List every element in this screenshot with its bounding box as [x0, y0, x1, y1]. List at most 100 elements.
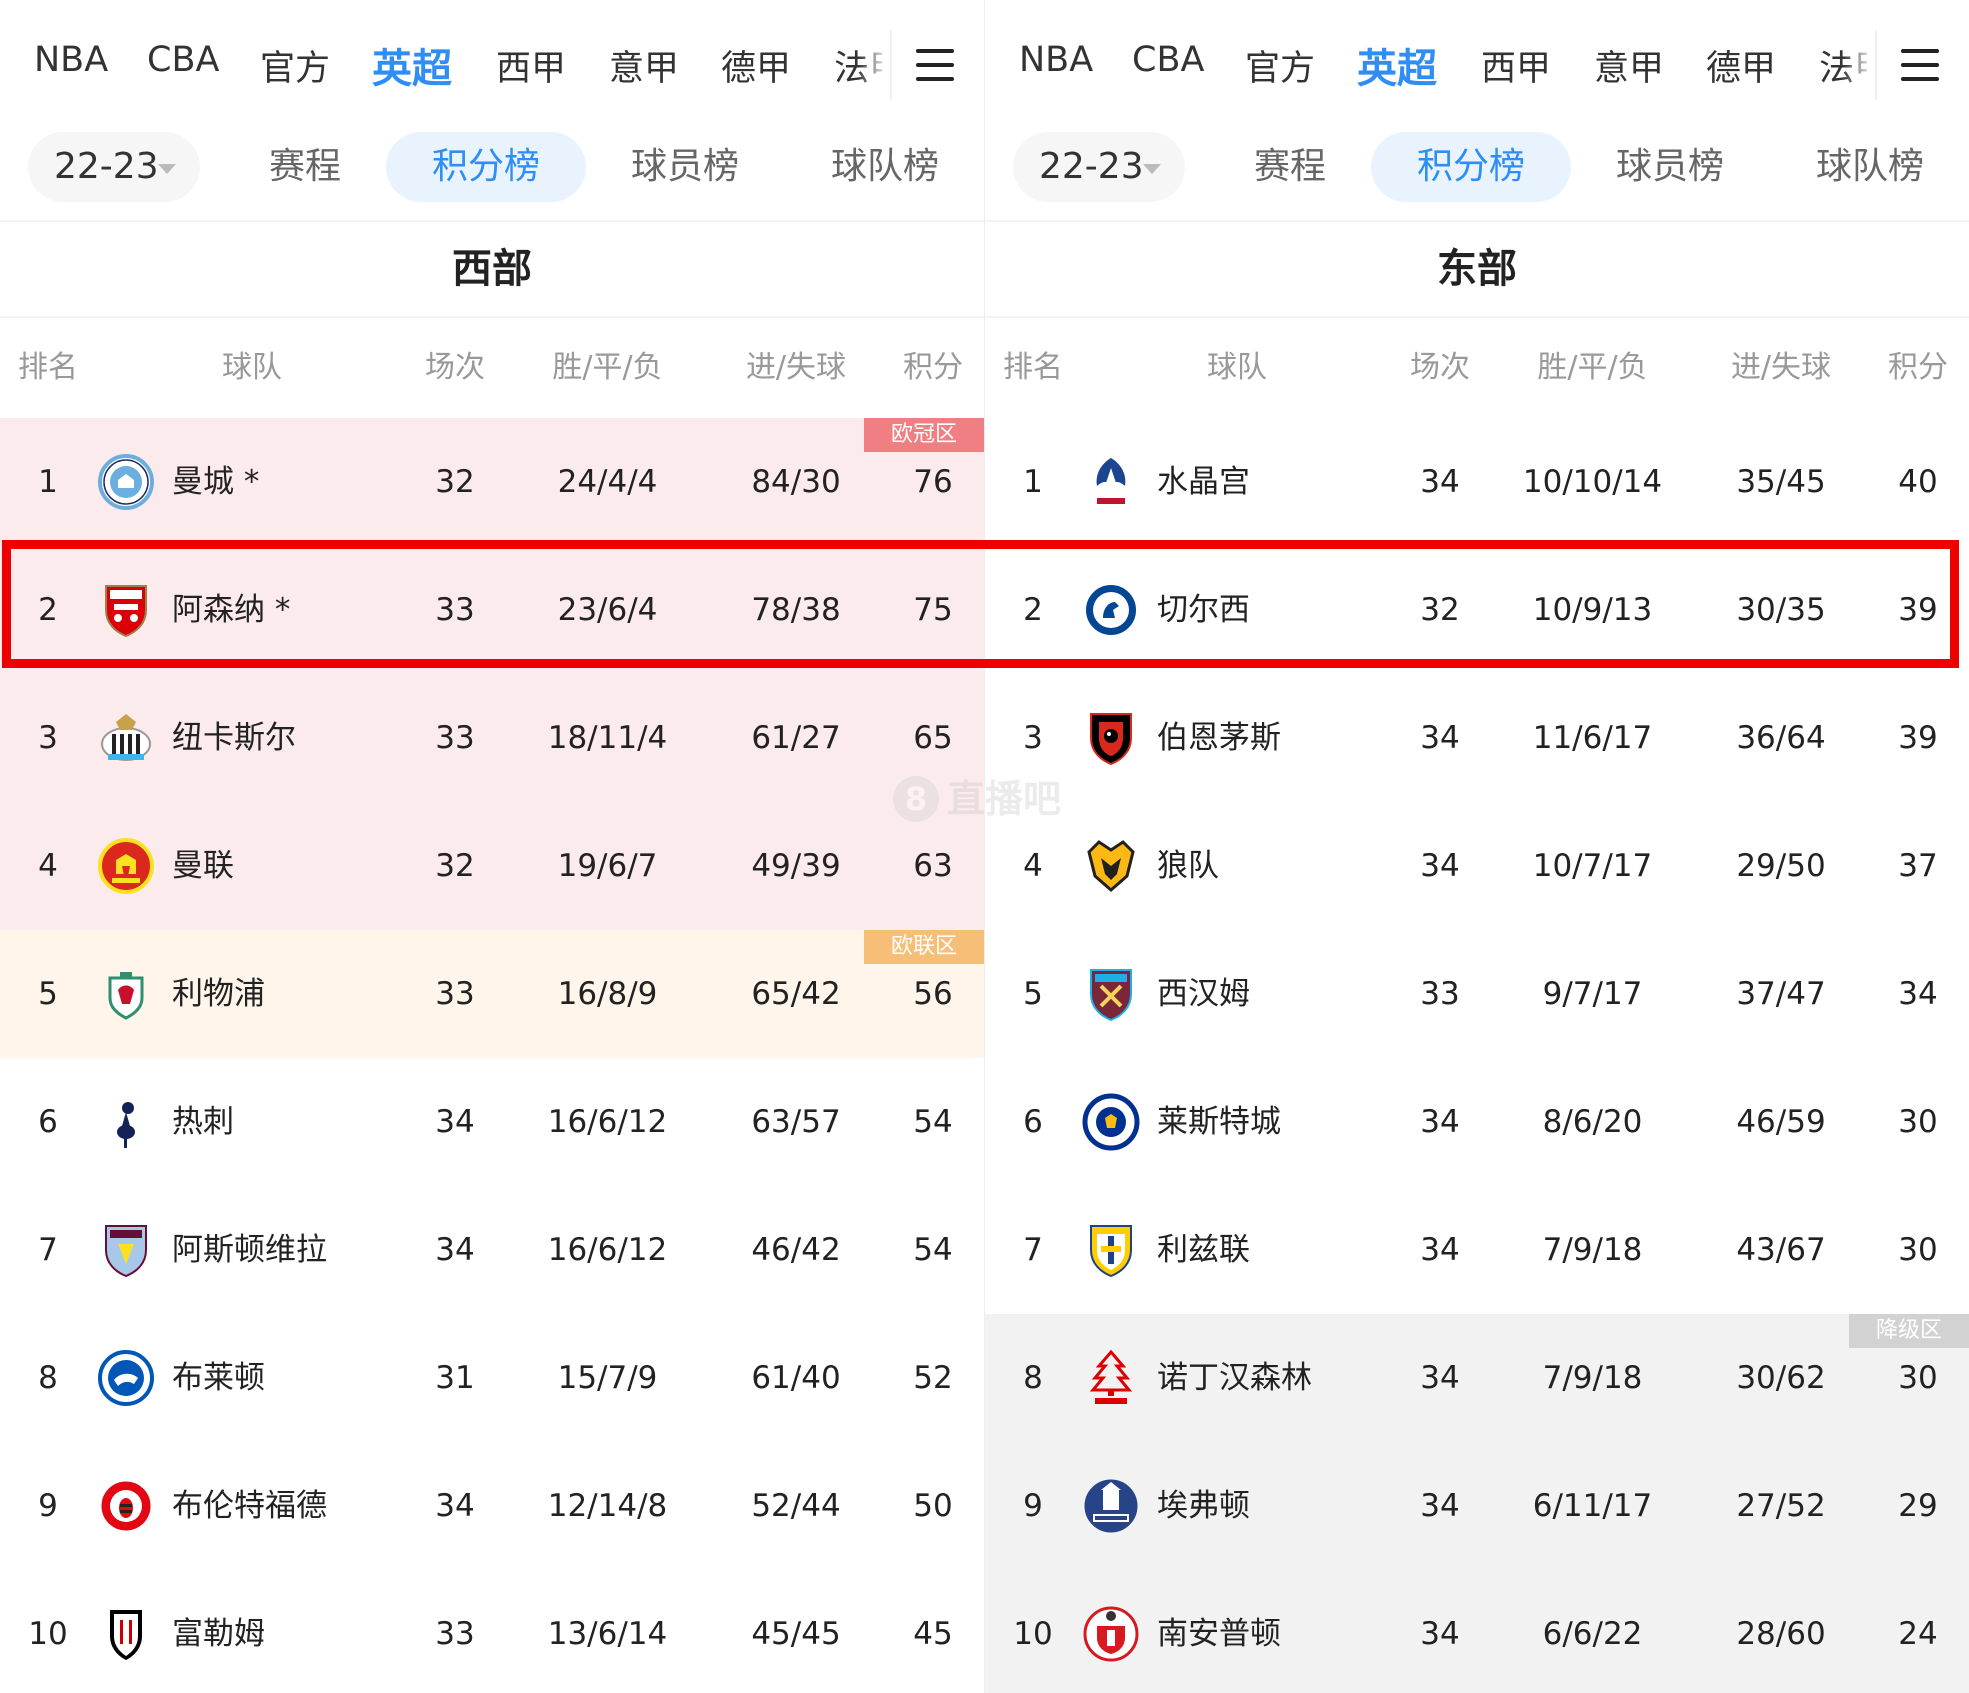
team-name[interactable]: 莱斯特城 — [1157, 1058, 1281, 1186]
team-name[interactable]: 阿森纳 * — [172, 546, 290, 674]
tab-cba[interactable]: CBA — [1132, 40, 1204, 80]
team-name[interactable]: 阿斯顿维拉 — [172, 1186, 327, 1314]
wdl-cell: 18/11/4 — [547, 720, 668, 756]
table-row[interactable]: 2 切尔西 32 10/9/13 30/35 39 — [985, 546, 1969, 674]
played-cell: 34 — [435, 1104, 475, 1140]
header-team: 球队 — [222, 350, 282, 385]
table-row[interactable]: 8 布莱顿 31 15/7/9 61/40 52 — [0, 1314, 984, 1442]
tab-bundesliga[interactable]: 德甲 — [721, 40, 791, 91]
wdl-cell: 19/6/7 — [557, 848, 658, 884]
tab-serie-a[interactable]: 意甲 — [609, 40, 679, 91]
season-selector[interactable]: 22-23 — [28, 132, 200, 202]
table-row[interactable]: 9 埃弗顿 34 6/11/17 27/52 29 — [985, 1442, 1969, 1570]
table-row[interactable]: 6 热刺 34 16/6/12 63/57 54 — [0, 1058, 984, 1186]
crystal-palace-crest-icon — [1081, 452, 1141, 512]
played-cell: 33 — [435, 976, 475, 1012]
table-row[interactable]: 4 狼队 34 10/7/17 29/50 37 — [985, 802, 1969, 930]
table-row[interactable]: 7 利兹联 34 7/9/18 43/67 30 — [985, 1186, 1969, 1314]
played-cell: 32 — [1420, 592, 1460, 628]
table-row[interactable]: 6 莱斯特城 34 8/6/20 46/59 30 — [985, 1058, 1969, 1186]
team-name[interactable]: 诺丁汉森林 — [1157, 1314, 1312, 1442]
goals-cell: 46/42 — [751, 1232, 841, 1268]
wdl-cell: 8/6/20 — [1542, 1104, 1643, 1140]
team-name[interactable]: 富勒姆 — [172, 1570, 265, 1693]
tab-premier-league[interactable]: 英超 — [372, 36, 452, 94]
played-cell: 34 — [1420, 848, 1460, 884]
table-row[interactable]: 10 富勒姆 33 13/6/14 45/45 45 — [0, 1570, 984, 1693]
goals-cell: 30/62 — [1736, 1360, 1826, 1396]
goals-cell: 78/38 — [751, 592, 841, 628]
team-name[interactable]: 布伦特福德 — [172, 1442, 327, 1570]
team-name[interactable]: 水晶宫 — [1157, 418, 1250, 546]
tab-team-rankings[interactable]: 球队榜 — [810, 132, 960, 202]
arsenal-crest-icon — [96, 580, 156, 640]
team-name[interactable]: 伯恩茅斯 — [1157, 674, 1281, 802]
leeds-crest-icon — [1081, 1220, 1141, 1280]
team-name[interactable]: 狼队 — [1157, 802, 1219, 930]
table-row[interactable]: 4 曼联 32 19/6/7 49/39 63 — [0, 802, 984, 930]
tab-cba[interactable]: CBA — [147, 40, 219, 80]
tab-official[interactable]: 官方 — [260, 40, 330, 91]
tab-standings[interactable]: 积分榜 — [1371, 132, 1571, 202]
table-row[interactable]: 5 利物浦 33 16/8/9 65/42 56 欧联区 — [0, 930, 984, 1058]
rank-cell: 9 — [1023, 1488, 1043, 1524]
team-name[interactable]: 切尔西 — [1157, 546, 1250, 674]
table-row[interactable]: 3 伯恩茅斯 34 11/6/17 36/64 39 — [985, 674, 1969, 802]
header-rank: 排名 — [1003, 350, 1063, 385]
wdl-cell: 16/8/9 — [557, 976, 658, 1012]
team-name[interactable]: 南安普顿 — [1157, 1570, 1281, 1693]
tab-la-liga[interactable]: 西甲 — [496, 40, 566, 91]
table-row[interactable]: 3 纽卡斯尔 33 18/11/4 61/27 65 — [0, 674, 984, 802]
points-cell: 29 — [1898, 1488, 1938, 1524]
team-name[interactable]: 利物浦 — [172, 930, 265, 1058]
team-name[interactable]: 曼联 — [172, 802, 234, 930]
tab-player-rankings[interactable]: 球员榜 — [610, 132, 760, 202]
team-name[interactable]: 曼城 * — [172, 418, 259, 546]
wdl-cell: 15/7/9 — [557, 1360, 658, 1396]
wdl-cell: 7/9/18 — [1542, 1232, 1643, 1268]
standings-panel-east: NBA CBA 官方 英超 西甲 意甲 德甲 法甲 22-23 赛程 积分榜 球… — [985, 0, 1969, 1693]
table-row[interactable]: 8 诺丁汉森林 34 7/9/18 30/62 30 降级区 — [985, 1314, 1969, 1442]
tab-schedule[interactable]: 赛程 — [230, 132, 380, 202]
brighton-crest-icon — [96, 1348, 156, 1408]
tab-premier-league[interactable]: 英超 — [1357, 36, 1437, 94]
tab-bundesliga[interactable]: 德甲 — [1706, 40, 1776, 91]
table-row[interactable]: 7 阿斯顿维拉 34 16/6/12 46/42 54 — [0, 1186, 984, 1314]
conference-title: 东部 — [1437, 246, 1517, 292]
table-row[interactable]: 1 水晶宫 34 10/10/14 35/45 40 — [985, 418, 1969, 546]
team-name[interactable]: 纽卡斯尔 — [172, 674, 296, 802]
table-row[interactable]: 2 阿森纳 * 33 23/6/4 78/38 75 — [0, 546, 984, 674]
wolves-crest-icon — [1081, 836, 1141, 896]
brentford-crest-icon — [96, 1476, 156, 1536]
menu-icon[interactable] — [1901, 46, 1939, 84]
points-cell: 24 — [1898, 1616, 1938, 1652]
tab-standings[interactable]: 积分榜 — [386, 132, 586, 202]
tab-official[interactable]: 官方 — [1245, 40, 1315, 91]
table-row[interactable]: 1 曼城 * 32 24/4/4 84/30 76 欧冠区 — [0, 418, 984, 546]
tab-schedule[interactable]: 赛程 — [1215, 132, 1365, 202]
played-cell: 34 — [1420, 1616, 1460, 1652]
header-team: 球队 — [1207, 350, 1267, 385]
menu-icon[interactable] — [916, 46, 954, 84]
team-name[interactable]: 布莱顿 — [172, 1314, 265, 1442]
played-cell: 34 — [435, 1488, 475, 1524]
tab-nba[interactable]: NBA — [34, 40, 108, 80]
played-cell: 34 — [435, 1232, 475, 1268]
tab-la-liga[interactable]: 西甲 — [1481, 40, 1551, 91]
tab-nba[interactable]: NBA — [1019, 40, 1093, 80]
nav-separator — [890, 30, 892, 100]
table-row[interactable]: 9 布伦特福德 34 12/14/8 52/44 50 — [0, 1442, 984, 1570]
team-name[interactable]: 西汉姆 — [1157, 930, 1250, 1058]
team-name[interactable]: 利兹联 — [1157, 1186, 1250, 1314]
team-name[interactable]: 埃弗顿 — [1157, 1442, 1250, 1570]
watermark-text: 直播吧 — [947, 777, 1062, 821]
tab-player-rankings[interactable]: 球员榜 — [1595, 132, 1745, 202]
points-cell: 30 — [1898, 1104, 1938, 1140]
table-row[interactable]: 10 南安普顿 34 6/6/22 28/60 24 — [985, 1570, 1969, 1693]
season-selector[interactable]: 22-23 — [1013, 132, 1185, 202]
tab-serie-a[interactable]: 意甲 — [1594, 40, 1664, 91]
tab-team-rankings[interactable]: 球队榜 — [1795, 132, 1945, 202]
league-nav: NBA CBA 官方 英超 西甲 意甲 德甲 法甲 — [985, 0, 1969, 130]
table-row[interactable]: 5 西汉姆 33 9/7/17 37/47 34 — [985, 930, 1969, 1058]
team-name[interactable]: 热刺 — [172, 1058, 234, 1186]
